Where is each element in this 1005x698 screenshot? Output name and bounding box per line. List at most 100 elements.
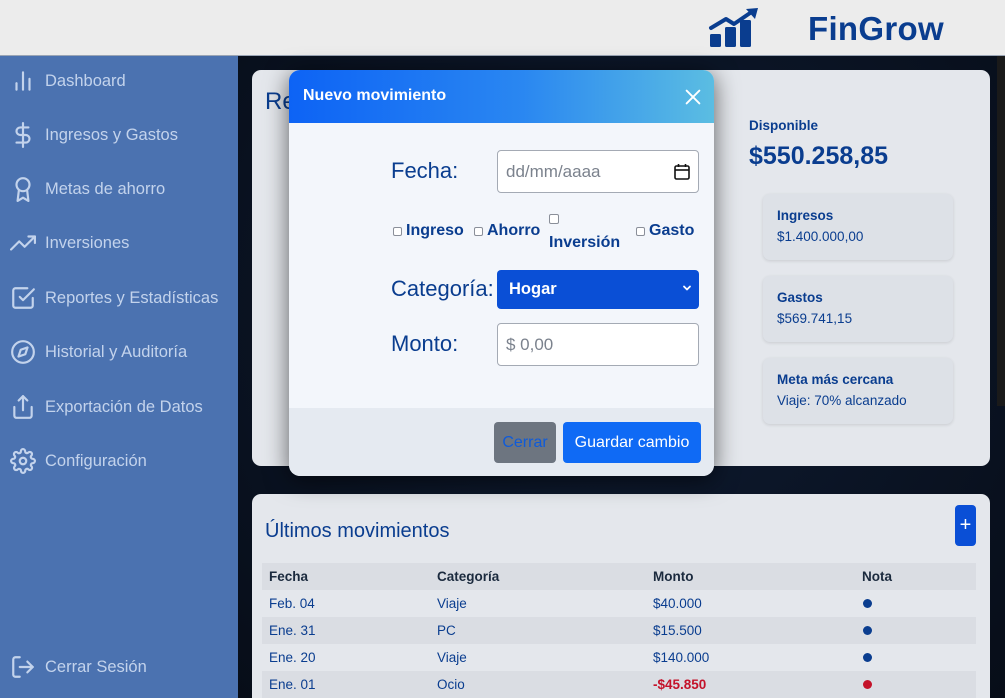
cell-fecha: Ene. 01 — [269, 677, 316, 692]
sidebar: Dashboard Ingresos y Gastos Metas de aho… — [0, 56, 238, 698]
sidebar-item-label: Inversiones — [45, 233, 130, 252]
goal-value: Viaje: 70% alcanzado — [777, 393, 907, 408]
expenses-card: Gastos $569.741,15 — [763, 276, 953, 342]
movements-card: Últimos movimientos + Fecha Categoría Mo… — [252, 494, 990, 698]
expenses-label: Gastos — [777, 290, 823, 305]
cell-fecha: Feb. 04 — [269, 596, 315, 611]
goal-card: Meta más cercana Viaje: 70% alcanzado — [763, 358, 953, 424]
sidebar-item-label: Metas de ahorro — [45, 179, 166, 198]
award-icon — [15, 177, 31, 202]
note-dot-icon[interactable] — [863, 680, 872, 689]
note-dot-icon[interactable] — [863, 599, 872, 608]
checkbox-box[interactable] — [393, 226, 402, 236]
table-header-row: Fecha Categoría Monto Nota — [262, 563, 976, 590]
scrollbar[interactable] — [997, 56, 1005, 406]
check-square-icon — [12, 287, 35, 309]
logout-icon — [12, 656, 34, 678]
categoria-label: Categoría: — [391, 276, 494, 301]
table-row[interactable]: Ene. 01 Ocio -$45.850 — [262, 671, 976, 698]
movements-table: Fecha Categoría Monto Nota Feb. 04 Viaje… — [262, 563, 976, 698]
type-label: Ahorro — [487, 222, 541, 239]
header-fecha: Fecha — [269, 569, 309, 584]
sidebar-item-reportes[interactable]: Reportes y Estadísticas — [10, 281, 218, 315]
modal-footer: Cerrar Guardar cambio — [289, 408, 714, 476]
income-value: $1.400.000,00 — [777, 229, 864, 244]
sidebar-item-label: Configuración — [45, 451, 147, 470]
close-icon[interactable] — [682, 86, 704, 108]
header-nota: Nota — [862, 569, 892, 584]
income-label: Ingresos — [777, 208, 834, 223]
sidebar-item-label: Historial y Auditoría — [45, 342, 188, 361]
categoria-select[interactable]: Hogar — [497, 270, 699, 309]
trending-up-icon — [10, 235, 36, 251]
sidebar-item-label: Ingresos y Gastos — [45, 125, 178, 144]
cell-monto: $15.500 — [653, 623, 702, 638]
type-label: Ingreso — [406, 222, 464, 239]
bar-chart-icon — [15, 71, 31, 91]
type-label: Inversión — [549, 234, 621, 251]
header-monto: Monto — [653, 569, 694, 584]
type-label: Gasto — [649, 222, 695, 239]
sidebar-item-configuracion[interactable]: Configuración — [10, 444, 147, 478]
note-dot-icon[interactable] — [863, 626, 872, 635]
modal-header: Nuevo movimiento — [289, 70, 714, 123]
type-gasto-checkbox[interactable]: Gasto — [636, 222, 694, 240]
checkbox-box[interactable] — [474, 226, 483, 236]
movements-title: Últimos movimientos — [265, 520, 450, 542]
monto-placeholder: $ 0,00 — [506, 334, 554, 354]
monto-label: Monto: — [391, 331, 459, 356]
sidebar-item-label: Reportes y Estadísticas — [45, 288, 219, 307]
cell-fecha: Ene. 20 — [269, 650, 316, 665]
sidebar-item-inversiones[interactable]: Inversiones — [10, 226, 129, 260]
save-button[interactable]: Guardar cambio — [563, 422, 701, 463]
header-categoria: Categoría — [437, 569, 500, 584]
cell-categoria: Viaje — [437, 650, 467, 665]
fecha-placeholder: dd/mm/aaaa — [506, 161, 601, 181]
note-dot-icon[interactable] — [863, 653, 872, 662]
sidebar-item-label: Exportación de Datos — [45, 397, 203, 416]
new-movement-modal: Nuevo movimiento Fecha: dd/mm/aaaa Ingre… — [289, 70, 714, 476]
upload-icon — [13, 395, 33, 419]
cell-fecha: Ene. 31 — [269, 623, 316, 638]
fecha-input[interactable]: dd/mm/aaaa — [497, 150, 699, 193]
logout-button[interactable]: Cerrar Sesión — [10, 650, 147, 684]
sidebar-item-label: Dashboard — [45, 71, 126, 90]
categoria-value: Hogar — [509, 280, 557, 298]
type-ingreso-checkbox[interactable]: Ingreso — [393, 222, 464, 240]
dollar-icon — [15, 122, 31, 148]
type-inversion-label[interactable]: Inversión — [549, 234, 620, 252]
sidebar-item-ingresos-gastos[interactable]: Ingresos y Gastos — [10, 118, 178, 152]
calendar-icon[interactable] — [674, 163, 690, 180]
modal-title: Nuevo movimiento — [303, 87, 447, 104]
table-row[interactable]: Feb. 04 Viaje $40.000 — [262, 590, 976, 617]
cell-categoria: Viaje — [437, 596, 467, 611]
cell-monto: -$45.850 — [653, 677, 707, 692]
fecha-label: Fecha: — [391, 158, 459, 183]
available-label: Disponible — [749, 118, 819, 133]
table-row[interactable]: Ene. 20 Viaje $140.000 — [262, 644, 976, 671]
chevron-down-icon — [683, 285, 691, 291]
available-value: $550.258,85 — [749, 142, 889, 170]
logout-label: Cerrar Sesión — [45, 657, 147, 676]
sidebar-item-historial[interactable]: Historial y Auditoría — [10, 335, 187, 369]
sidebar-item-dashboard[interactable]: Dashboard — [10, 64, 126, 98]
table-row[interactable]: Ene. 31 PC $15.500 — [262, 617, 976, 644]
sidebar-item-exportacion[interactable]: Exportación de Datos — [10, 390, 203, 424]
cell-categoria: PC — [437, 623, 456, 638]
close-button[interactable]: Cerrar — [494, 422, 556, 463]
growth-chart-logo-icon — [709, 8, 758, 47]
monto-input[interactable]: $ 0,00 — [497, 323, 699, 366]
sidebar-item-metas[interactable]: Metas de ahorro — [10, 172, 165, 206]
type-inversion-checkbox[interactable] — [549, 214, 559, 224]
type-ahorro-checkbox[interactable]: Ahorro — [474, 222, 540, 240]
income-card: Ingresos $1.400.000,00 — [763, 194, 953, 260]
add-movement-button[interactable]: + — [955, 505, 976, 546]
brand-name: FinGrow — [808, 10, 944, 47]
cell-monto: $40.000 — [653, 596, 702, 611]
top-bar: FinGrow — [0, 0, 1005, 56]
cell-categoria: Ocio — [437, 677, 465, 692]
expenses-value: $569.741,15 — [777, 311, 853, 326]
checkbox-box[interactable] — [636, 226, 645, 236]
goal-label: Meta más cercana — [777, 372, 894, 387]
compass-icon — [11, 340, 35, 364]
